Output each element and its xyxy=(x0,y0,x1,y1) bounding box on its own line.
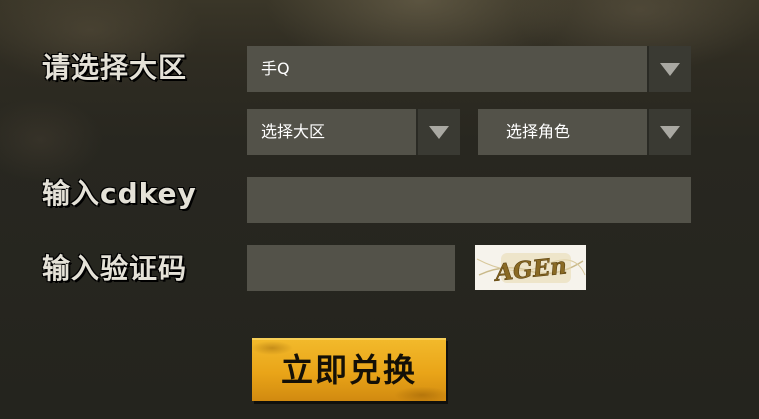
platform-select-value: 手Q xyxy=(261,59,290,78)
server-label: 请选择大区 xyxy=(42,51,188,84)
server-dropdown-button[interactable] xyxy=(416,109,460,155)
server-select-value: 选择大区 xyxy=(261,122,326,141)
role-dropdown-button[interactable] xyxy=(647,109,691,155)
cdkey-input[interactable] xyxy=(247,177,691,223)
redeem-button[interactable]: 立即兑换 xyxy=(252,338,446,401)
chevron-down-icon xyxy=(660,126,680,139)
captcha-image[interactable]: AGEn xyxy=(475,245,586,290)
platform-dropdown-button[interactable] xyxy=(647,46,691,92)
captcha-label: 输入验证码 xyxy=(42,252,188,285)
captcha-graphic: AGEn xyxy=(475,245,586,290)
role-select-value: 选择角色 xyxy=(506,122,571,141)
role-select[interactable]: 选择角色 xyxy=(478,109,691,155)
chevron-down-icon xyxy=(429,126,449,139)
captcha-input[interactable] xyxy=(247,245,455,291)
redeem-button-label: 立即兑换 xyxy=(280,351,417,389)
server-select[interactable]: 选择大区 xyxy=(247,109,460,155)
platform-select[interactable]: 手Q xyxy=(247,46,691,92)
chevron-down-icon xyxy=(660,63,680,76)
cdkey-label: 输入cdkey xyxy=(42,177,197,210)
